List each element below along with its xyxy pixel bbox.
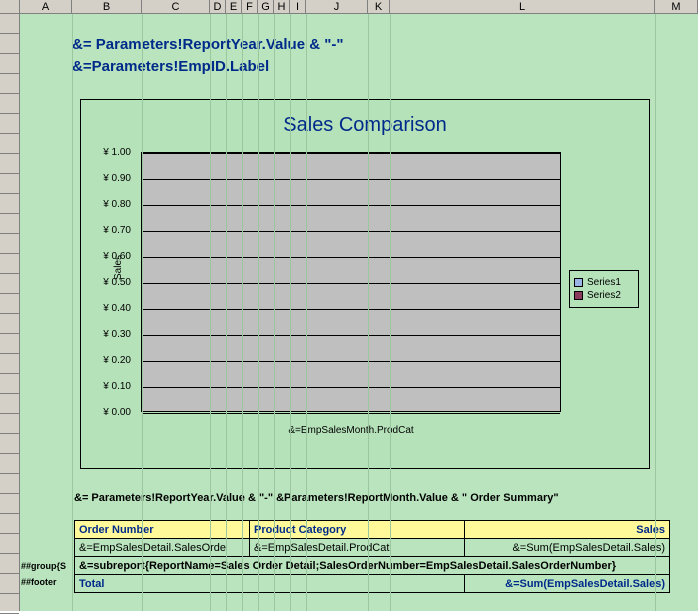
hdr-product-category[interactable]: Product Category (250, 521, 465, 539)
row-header[interactable] (0, 574, 19, 594)
row-marker-group: ##group{S (21, 561, 73, 571)
chart-legend: Series1 Series2 (569, 270, 639, 308)
row-header[interactable] (0, 434, 19, 454)
hdr-sales[interactable]: Sales (465, 521, 670, 539)
legend-swatch-2 (574, 291, 583, 300)
legend-label-1: Series1 (587, 277, 621, 288)
cell-order-number[interactable]: &=EmpSalesDetail.SalesOrde (75, 539, 250, 557)
cell-total-sales[interactable]: &=Sum(EmpSalesDetail.Sales) (465, 575, 670, 593)
cell-subreport[interactable]: ##group{S &=subreport{ReportName=Sales O… (75, 557, 670, 575)
row-header[interactable] (0, 334, 19, 354)
table-header-row: Order Number Product Category Sales (75, 521, 670, 539)
col-header-K[interactable]: K (368, 0, 390, 13)
row-header[interactable] (0, 354, 19, 374)
row-header[interactable] (0, 514, 19, 534)
col-header-J[interactable]: J (306, 0, 368, 13)
chart-plot-area: &=EmpSalesMonth.ProdCat ¥ 1.00¥ 0.90¥ 0.… (141, 152, 561, 432)
chart-ytick: ¥ 0.00 (91, 407, 131, 418)
chart-title: Sales Comparison (81, 114, 649, 137)
cell-sales[interactable]: &=Sum(EmpSalesDetail.Sales) (465, 539, 670, 557)
col-header-C[interactable]: C (142, 0, 210, 13)
cell-total-label[interactable]: ##footer Total (75, 575, 465, 593)
chart-ytick: ¥ 0.80 (91, 199, 131, 210)
hdr-order-number[interactable]: Order Number (75, 521, 250, 539)
table-subreport-row: ##group{S &=subreport{ReportName=Sales O… (75, 557, 670, 575)
cell-product-category[interactable]: &=EmpSalesDetail.ProdCat (250, 539, 465, 557)
row-header[interactable] (0, 34, 19, 54)
chart-ytick: ¥ 0.50 (91, 277, 131, 288)
row-header[interactable] (0, 174, 19, 194)
row-marker-footer: ##footer (21, 577, 73, 587)
row-header[interactable] (0, 314, 19, 334)
summary-table[interactable]: Order Number Product Category Sales &=Em… (74, 520, 670, 593)
chart-ytick: ¥ 0.40 (91, 303, 131, 314)
row-header[interactable] (0, 474, 19, 494)
chart-ytick: ¥ 1.00 (91, 147, 131, 158)
row-header[interactable] (0, 294, 19, 314)
chart-ytick: ¥ 0.60 (91, 251, 131, 262)
chart-container[interactable]: Sales Comparison Sales &=EmpSalesMonth.P… (80, 99, 650, 469)
row-headers (0, 14, 20, 611)
col-header-H[interactable]: H (274, 0, 290, 13)
chart-plot-bg (141, 152, 561, 412)
row-header[interactable] (0, 374, 19, 394)
chart-ytick: ¥ 0.20 (91, 355, 131, 366)
col-header-A[interactable]: A (20, 0, 72, 13)
row-header[interactable] (0, 194, 19, 214)
row-header[interactable] (0, 54, 19, 74)
col-header-I[interactable]: I (290, 0, 306, 13)
chart-ytick: ¥ 0.10 (91, 381, 131, 392)
col-header-D[interactable]: D (210, 0, 226, 13)
col-header-B[interactable]: B (72, 0, 142, 13)
row-header[interactable] (0, 154, 19, 174)
report-title-line-1: &= Parameters!ReportYear.Value & "-" (72, 36, 343, 53)
row-header[interactable] (0, 594, 19, 614)
row-header[interactable] (0, 134, 19, 154)
column-headers: ABCDEFGHIJKLM (0, 0, 698, 14)
legend-label-2: Series2 (587, 290, 621, 301)
chart-ytick: ¥ 0.30 (91, 329, 131, 340)
col-header-L[interactable]: L (390, 0, 655, 13)
row-header[interactable] (0, 74, 19, 94)
row-header[interactable] (0, 534, 19, 554)
chart-ytick: ¥ 0.70 (91, 225, 131, 236)
row-header[interactable] (0, 454, 19, 474)
legend-swatch-1 (574, 278, 583, 287)
report-title-line-2: &=Parameters!EmpID.Label (72, 58, 269, 75)
chart-x-axis-label: &=EmpSalesMonth.ProdCat (141, 425, 561, 436)
row-header[interactable] (0, 114, 19, 134)
row-header[interactable] (0, 274, 19, 294)
row-header[interactable] (0, 94, 19, 114)
row-header[interactable] (0, 494, 19, 514)
col-header-E[interactable]: E (226, 0, 242, 13)
row-header[interactable] (0, 394, 19, 414)
col-header-F[interactable]: F (242, 0, 258, 13)
row-header[interactable] (0, 214, 19, 234)
row-header[interactable] (0, 14, 19, 34)
row-header[interactable] (0, 414, 19, 434)
chart-ytick: ¥ 0.90 (91, 173, 131, 184)
table-footer-row: ##footer Total &=Sum(EmpSalesDetail.Sale… (75, 575, 670, 593)
worksheet-area[interactable]: &= Parameters!ReportYear.Value & "-" &=P… (20, 14, 698, 611)
row-header[interactable] (0, 254, 19, 274)
row-header[interactable] (0, 554, 19, 574)
legend-item-series2: Series2 (574, 290, 634, 301)
row-header[interactable] (0, 234, 19, 254)
col-header-G[interactable]: G (258, 0, 274, 13)
legend-item-series1: Series1 (574, 277, 634, 288)
col-header-M[interactable]: M (655, 0, 698, 13)
summary-formula: &= Parameters!ReportYear.Value & "-" &Pa… (74, 492, 559, 504)
table-data-row: &=EmpSalesDetail.SalesOrde &=EmpSalesDet… (75, 539, 670, 557)
